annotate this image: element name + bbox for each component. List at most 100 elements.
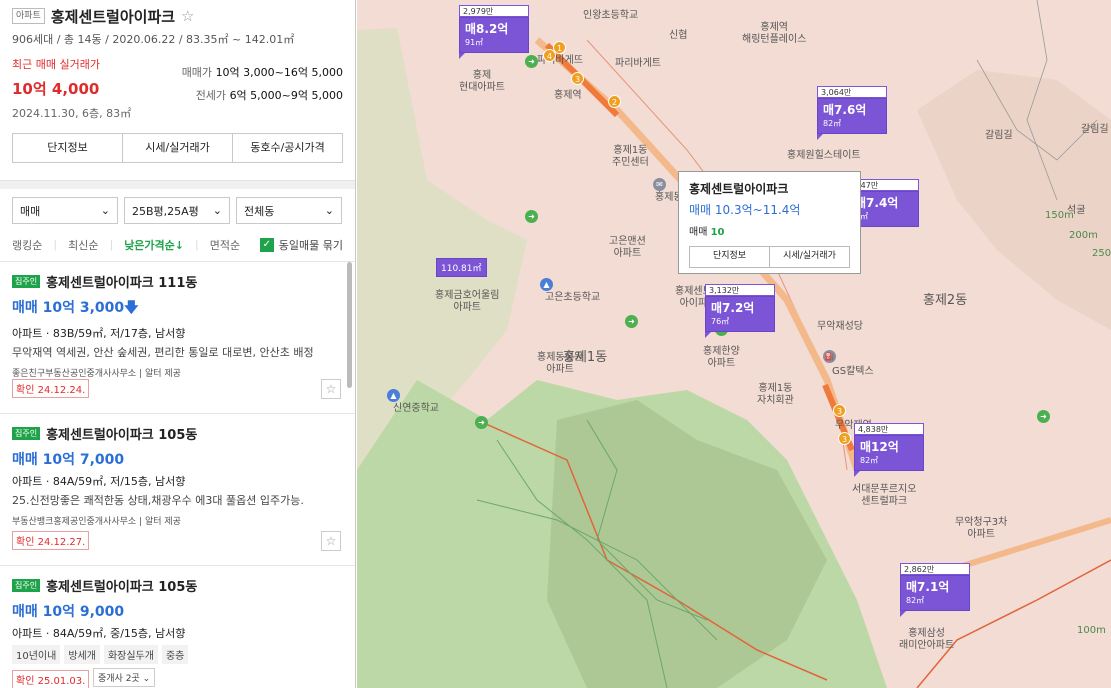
list-item[interactable]: 집주인 홍제센트럴아이파크 111동 매매 10억 3,000🡇 아파트 · 8… xyxy=(0,262,355,414)
popup-complex-info-button[interactable]: 단지정보 xyxy=(690,247,770,267)
price-marker[interactable]: 3,064만 매7.6억 82㎡ xyxy=(817,86,887,140)
bus-stop-icon[interactable]: ➜ xyxy=(475,416,488,429)
area-type-select[interactable]: 25B평,25A평 ⌄ xyxy=(124,197,230,224)
marker-area: 91㎡ xyxy=(465,38,484,47)
marker-tail xyxy=(705,332,711,338)
complex-popup: 홍제센트럴아이파크 매매 10.3억~11.4억 매매 10 단지정보 시세/실… xyxy=(678,171,861,274)
sort-area[interactable]: 면적순 xyxy=(210,237,240,253)
price-marker[interactable]: 2,979만 매8.2억 91㎡ xyxy=(459,5,529,59)
gas-station-icon[interactable]: ⛽ xyxy=(823,350,836,363)
sort-bar: 랭킹순 | 최신순 | 낮은가격순↓ | 면적순 ✓ 동일매물 묶기 xyxy=(0,228,355,262)
marker-tail xyxy=(817,134,823,140)
map-place-label: 홍제 현대아파트 xyxy=(459,70,505,93)
school-icon[interactable]: ▲ xyxy=(540,278,553,291)
listing-name: 홍제센트럴아이파크 105동 xyxy=(46,428,198,443)
listing-list: 집주인 홍제센트럴아이파크 111동 매매 10억 3,000🡇 아파트 · 8… xyxy=(0,262,355,688)
chevron-down-icon: ⌄ xyxy=(212,204,222,217)
sort-latest[interactable]: 최신순 xyxy=(68,237,98,253)
confirm-date: 확인 24.12.24. xyxy=(12,379,90,398)
feature-tag: 중층 xyxy=(161,645,189,664)
price-marker[interactable]: 4,838만 매12억 82㎡ xyxy=(854,423,924,477)
listing-panel: 아파트 홍제센트럴아이파크 ☆ 906세대 / 총 14동 / 2020.06.… xyxy=(0,0,356,688)
marker-body: 매7.6억 82㎡ xyxy=(817,98,887,134)
marker-area: 82㎡ xyxy=(860,456,879,465)
map-place-label: 홍제삼성 래미안아파트 xyxy=(899,628,955,651)
popup-price-button[interactable]: 시세/실거래가 xyxy=(770,247,849,267)
subway-exit-icon[interactable]: 3 xyxy=(571,72,584,85)
price-marker[interactable]: 3,132만 매7.2억 76㎡ xyxy=(705,284,775,338)
confirm-date: 확인 25.01.03. xyxy=(12,670,90,688)
school-icon[interactable]: ▲ xyxy=(387,389,400,402)
marker-tail xyxy=(854,471,860,477)
feature-tag: 10년이내 xyxy=(12,645,61,664)
popup-price-range: 매매 10.3억~11.4억 xyxy=(689,203,801,217)
complex-meta: 906세대 / 총 14동 / 2020.06.22 / 83.35㎡ ~ 14… xyxy=(12,33,295,46)
map-place-label: GS칼텍스 xyxy=(832,366,874,377)
marker-price: 매7.1억 xyxy=(906,580,950,594)
map-place-label: 갈림길 xyxy=(985,130,1013,141)
map-place-label: 홍제역 xyxy=(554,90,582,101)
feature-tags: 10년이내 방세개 화장실두개 중층 xyxy=(12,645,343,664)
list-item[interactable]: 집주인 홍제센트럴아이파크 105동 매매 10억 7,000 아파트 · 84… xyxy=(0,414,355,566)
map-contour-label: 150m xyxy=(1045,210,1074,221)
listing-spec: 아파트 · 84A/59㎡, 저/15층, 남서향 xyxy=(12,475,186,488)
marker-unit-price: 3,132만 xyxy=(705,284,775,296)
complex-tabs: 단지정보 시세/실거래가 동호수/공시가격 xyxy=(12,133,343,163)
price-down-icon: 🡇 xyxy=(124,300,139,316)
marker-unit-price: 2,862만 xyxy=(900,563,970,575)
listing-name: 홍제센트럴아이파크 111동 xyxy=(46,276,198,291)
marker-body: 매7.2억 76㎡ xyxy=(705,296,775,332)
favorite-star-icon[interactable]: ☆ xyxy=(181,7,194,25)
trade-type-select[interactable]: 매매 ⌄ xyxy=(12,197,118,224)
sort-ranking[interactable]: 랭킹순 xyxy=(12,237,42,253)
map-view[interactable]: 인왕초등학교 신협 홍제역 해링턴플레이스 파리바게뜨 파리바게트 홍제 현대아파트 홍제역… xyxy=(357,0,1111,688)
marker-price: 매8.2억 xyxy=(465,22,509,36)
listing-agency: 부동산뱅크홍제공인중개사사무소 | 알터 제공 xyxy=(12,517,181,527)
group-same-listing[interactable]: ✓ 동일매물 묶기 xyxy=(259,237,343,253)
recent-date: 2024.11.30, 6층, 83㎡ xyxy=(12,107,132,120)
bookmark-star-icon[interactable]: ☆ xyxy=(321,531,341,551)
area-marker[interactable]: 110.81㎡ xyxy=(436,258,487,277)
bookmark-star-icon[interactable]: ☆ xyxy=(321,379,341,399)
map-place-label: 인왕초등학교 xyxy=(583,10,639,21)
map-place-label: 고은맨션 아파트 xyxy=(609,236,646,259)
map-place-label: 신연중학교 xyxy=(393,403,439,414)
owner-tag: 집주인 xyxy=(12,275,41,288)
marker-price: 매12억 xyxy=(860,440,899,454)
feature-tag: 방세개 xyxy=(64,645,100,664)
feature-tag: 화장실두개 xyxy=(103,645,158,664)
bus-stop-icon[interactable]: ➜ xyxy=(625,315,638,328)
chevron-down-icon: ⌄ xyxy=(100,204,110,217)
subway-exit-icon[interactable]: 2 xyxy=(608,95,621,108)
tab-complex-info[interactable]: 단지정보 xyxy=(13,134,123,162)
owner-tag: 집주인 xyxy=(12,579,41,592)
owner-tag: 집주인 xyxy=(12,427,41,440)
type-badge: 아파트 xyxy=(12,8,45,24)
listing-spec: 아파트 · 83B/59㎡, 저/17층, 남서향 xyxy=(12,327,186,340)
popup-title: 홍제센트럴아이파크 xyxy=(689,182,789,196)
map-place-label: 파리바게트 xyxy=(615,58,661,69)
price-marker[interactable]: 2,862만 매7.1억 82㎡ xyxy=(900,563,970,617)
map-place-label: 서대문푸르지오 센트럴파크 xyxy=(852,484,917,507)
complex-title: 홍제센트럴아이파크 xyxy=(50,7,176,26)
tab-price-history[interactable]: 시세/실거래가 xyxy=(123,134,233,162)
subway-exit-icon[interactable]: 3 xyxy=(833,404,846,417)
post-office-icon[interactable]: ✉ xyxy=(653,178,666,191)
checkbox-checked-icon[interactable]: ✓ xyxy=(259,237,274,252)
tab-unit-price[interactable]: 동호수/공시가격 xyxy=(233,134,342,162)
map-contour-label: 200m xyxy=(1069,230,1098,241)
marker-body: 매8.2억 91㎡ xyxy=(459,17,529,53)
marker-tail xyxy=(459,53,465,59)
bus-stop-icon[interactable]: ➜ xyxy=(1037,410,1050,423)
bus-stop-icon[interactable]: ➜ xyxy=(525,210,538,223)
building-select[interactable]: 전체동 ⌄ xyxy=(236,197,342,224)
marker-price: 매7.6억 xyxy=(823,103,867,117)
sort-low-price[interactable]: 낮은가격순↓ xyxy=(124,237,184,253)
map-district-label: 홍제2동 xyxy=(923,293,968,308)
subway-exit-icon[interactable]: 4 xyxy=(543,49,556,62)
list-scrollbar[interactable] xyxy=(347,262,352,388)
list-item[interactable]: 집주인 홍제센트럴아이파크 105동 매매 10억 9,000 아파트 · 84… xyxy=(0,566,355,688)
map-place-label: 홍제역 해링턴플레이스 xyxy=(742,22,807,45)
subway-exit-icon[interactable]: 3 xyxy=(838,432,851,445)
brokers-dropdown[interactable]: 중개사 2곳 ⌄ xyxy=(93,668,156,687)
